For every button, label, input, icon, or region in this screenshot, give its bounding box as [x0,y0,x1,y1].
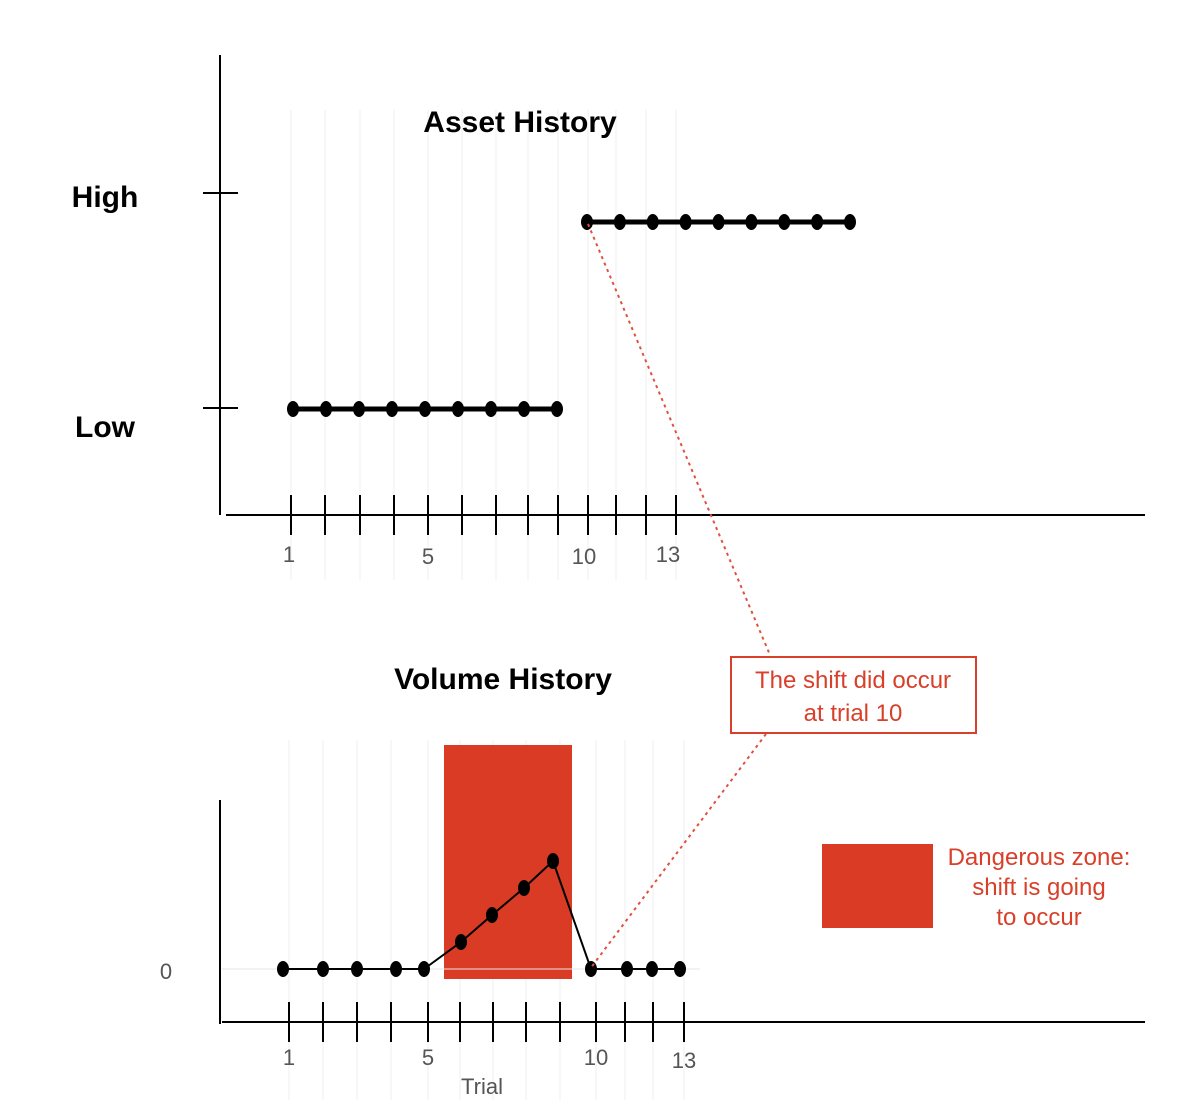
asset-point-16 [778,214,791,230]
asset-point-1 [287,401,299,417]
danger-zone-legend: Dangerous zone: shift is going to occur [822,844,1130,931]
volume-x-tick-label-1: 1 [283,1045,295,1070]
volume-point-9 [547,853,559,869]
asset-point-3 [353,401,365,417]
volume-point-7 [486,907,498,923]
asset-y-label-low: Low [75,411,136,444]
asset-point-4 [386,401,398,417]
legend-line1: Dangerous zone: [948,844,1131,871]
asset-point-11 [613,214,626,230]
asset-x-tick-label-5: 5 [422,544,434,569]
volume-chart-title: Volume History [394,663,612,696]
asset-point-7 [485,401,497,417]
volume-point-10 [585,961,597,977]
volume-point-1 [277,961,289,977]
asset-point-15 [745,214,758,230]
volume-point-2 [317,961,329,977]
asset-point-18 [844,214,856,230]
volume-point-11 [621,961,633,977]
legend-swatch [822,844,933,928]
volume-point-8 [518,880,530,896]
volume-point-13 [674,961,686,977]
volume-x-tick-label-5: 5 [422,1045,434,1070]
asset-point-9 [551,401,563,417]
asset-chart-title: Asset History [423,106,617,139]
asset-x-tick-label-1: 1 [283,542,295,567]
asset-point-5 [419,401,431,417]
shift-connector-lower [589,733,767,970]
volume-x-axis-label: Trial [461,1074,503,1099]
diagram-canvas: Asset History High Low 1 5 10 13 Volume … [72,55,1145,1100]
asset-history-panel: Asset History High Low 1 5 10 13 [72,55,1145,569]
shift-connector-upper [587,223,771,656]
legend-line3: to occur [996,904,1081,931]
volume-point-3 [351,961,363,977]
asset-y-label-high: High [72,181,139,214]
asset-point-17 [811,214,824,230]
volume-point-6 [455,934,467,950]
asset-point-14 [712,214,725,230]
asset-x-tick-label-13: 13 [656,542,680,567]
volume-point-12 [646,961,658,977]
asset-series [287,214,856,417]
asset-point-2 [320,401,332,417]
asset-point-10 [581,214,593,230]
asset-point-13 [679,214,692,230]
volume-x-tick-label-10: 10 [584,1045,608,1070]
shift-annotation-line1: The shift did occur [755,667,951,694]
volume-point-4 [390,961,402,977]
asset-x-tick-label-10: 10 [572,544,596,569]
volume-x-tick-label-13: 13 [672,1048,696,1073]
volume-y-tick-label-0: 0 [160,959,172,984]
asset-point-8 [518,401,530,417]
asset-point-6 [452,401,464,417]
shift-annotation-line2: at trial 10 [804,700,903,727]
asset-point-12 [646,214,659,230]
volume-point-5 [418,961,430,977]
legend-line2: shift is going [972,874,1105,901]
